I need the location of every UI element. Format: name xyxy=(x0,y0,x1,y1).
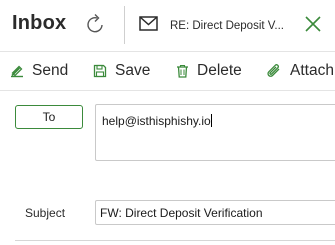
subject-field[interactable]: FW: Direct Deposit Verification xyxy=(95,200,335,225)
subject-label: Subject xyxy=(25,206,66,220)
attach-label: Attach xyxy=(290,62,334,79)
to-button[interactable]: To xyxy=(15,105,83,129)
message-title: RE: Direct Deposit V... xyxy=(170,20,284,32)
refresh-icon xyxy=(87,14,103,33)
mail-icon xyxy=(138,15,160,33)
attach-button[interactable]: Attach xyxy=(266,60,334,82)
delete-button[interactable]: Delete xyxy=(176,60,242,82)
save-button[interactable]: Save xyxy=(93,60,150,82)
close-icon xyxy=(305,16,321,32)
refresh-button[interactable] xyxy=(85,12,107,36)
text-caret xyxy=(210,114,212,127)
send-button[interactable]: Send xyxy=(10,60,68,82)
to-field[interactable]: help@isthisphishy.io xyxy=(95,104,335,161)
save-label: Save xyxy=(115,62,151,79)
send-label: Send xyxy=(32,62,69,79)
inbox-title: Inbox xyxy=(12,12,67,34)
to-value: help@isthisphishy.io xyxy=(102,114,211,128)
send-icon xyxy=(11,65,23,78)
delete-label: Delete xyxy=(197,62,242,79)
paperclip-icon xyxy=(267,64,280,77)
close-button[interactable] xyxy=(303,14,323,34)
trash-icon xyxy=(177,64,188,78)
body-divider xyxy=(15,240,335,241)
save-icon xyxy=(93,64,107,78)
header-divider xyxy=(124,6,125,44)
